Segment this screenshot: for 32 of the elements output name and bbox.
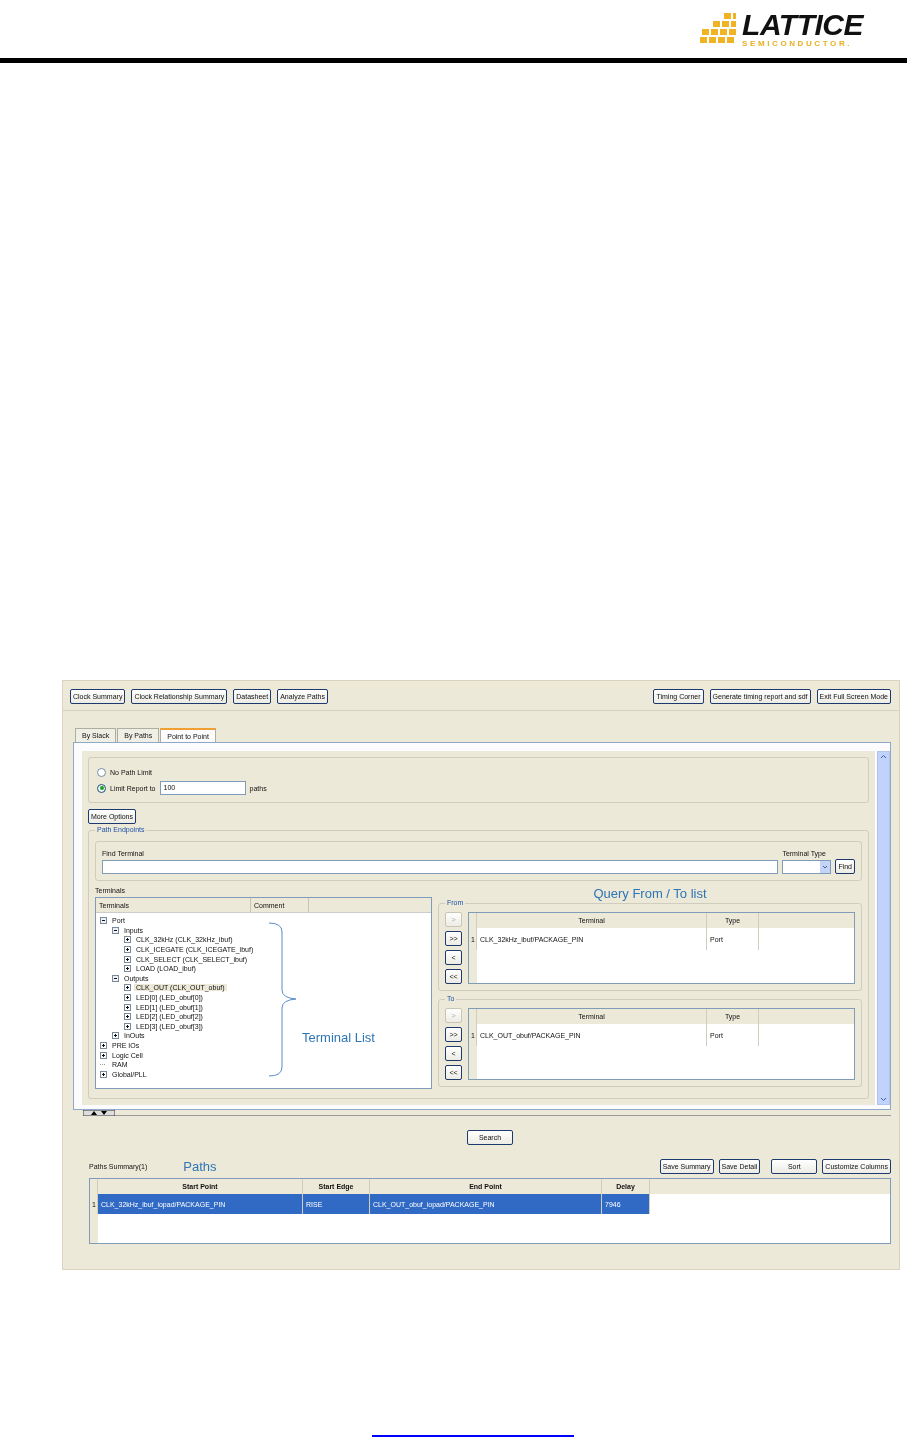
- dropdown-caret-icon[interactable]: [820, 861, 831, 873]
- logo-wordmark: LATTICE: [742, 10, 863, 40]
- annotation-label: Query From / To list: [593, 887, 707, 901]
- row-gutter: [469, 1046, 477, 1079]
- splitter-arrows-icon[interactable]: [83, 1109, 115, 1116]
- expand-icon[interactable]: [100, 1051, 107, 1059]
- expand-icon[interactable]: [100, 1070, 107, 1078]
- annotation-label: Terminal List: [302, 1030, 375, 1045]
- terminal-type-dropdown[interactable]: [782, 860, 832, 874]
- expand-icon[interactable]: [124, 1003, 131, 1011]
- expand-icon[interactable]: [124, 1022, 131, 1030]
- expand-icon[interactable]: [112, 1032, 119, 1040]
- radio-button[interactable]: [97, 767, 106, 777]
- collapse-icon[interactable]: [112, 974, 119, 982]
- expand-icon[interactable]: [124, 1013, 131, 1021]
- annotation-label: Paths: [183, 1158, 217, 1174]
- find-terminal-field[interactable]: [102, 860, 779, 874]
- collapse-icon[interactable]: [112, 926, 119, 934]
- expand-icon[interactable]: [124, 984, 131, 992]
- row-gutter: [90, 1214, 98, 1243]
- radio-button[interactable]: [97, 783, 106, 793]
- expand-icon[interactable]: [100, 1042, 107, 1049]
- expand-icon[interactable]: [124, 936, 131, 944]
- scrollbar[interactable]: [877, 751, 890, 1105]
- row-gutter: [469, 950, 477, 983]
- expand-icon[interactable]: [124, 965, 131, 973]
- expand-icon[interactable]: [124, 955, 131, 963]
- logo-subtitle: SEMICONDUCTOR.: [742, 40, 854, 48]
- logo-icon: [700, 13, 737, 45]
- expand-icon[interactable]: [124, 946, 131, 954]
- collapse-icon[interactable]: [100, 917, 107, 925]
- expand-icon[interactable]: [124, 994, 131, 1002]
